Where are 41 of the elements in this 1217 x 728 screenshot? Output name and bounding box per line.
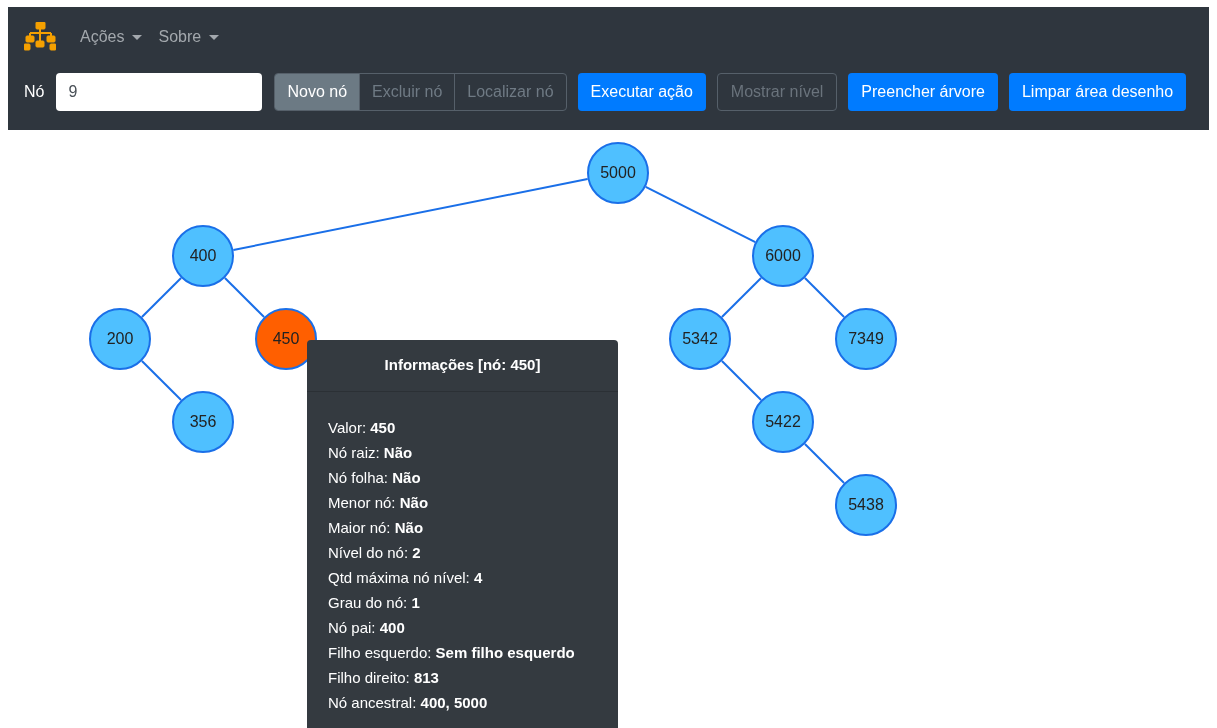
field-label: Nó xyxy=(24,82,45,102)
tree-edge xyxy=(223,276,266,319)
tree-node[interactable]: 450 xyxy=(255,308,317,370)
tree-node[interactable]: 400 xyxy=(172,225,234,287)
tree-edge xyxy=(140,359,183,402)
info-line: Valor: 450 xyxy=(328,418,397,438)
tree-edge xyxy=(803,276,846,319)
tree-node[interactable]: 5000 xyxy=(587,142,649,204)
action-toggle[interactable]: Novo nó xyxy=(275,74,360,110)
info-line: Filho esquerdo: Sem filho esquerdo xyxy=(328,643,576,663)
tree-edge xyxy=(803,442,846,485)
info-line: Filho direito: 813 xyxy=(328,668,440,688)
info-line: Nó pai: 400 xyxy=(328,618,406,638)
info-line: Grau do nó: 1 xyxy=(328,593,421,613)
info-line: Nó raiz: Não xyxy=(328,443,414,463)
menu-dropdown[interactable]: Ações xyxy=(80,25,143,49)
action-button[interactable]: Executar ação xyxy=(577,73,706,111)
menu-dropdown[interactable]: Sobre xyxy=(158,25,220,49)
tooltip-title: Informações [nó: 450] xyxy=(384,355,541,376)
caret-icon xyxy=(209,34,220,40)
info-line: Menor nó: Não xyxy=(328,493,430,513)
tree-node[interactable]: 5342 xyxy=(669,308,731,370)
action-button[interactable]: Limpar área desenho xyxy=(1008,73,1187,111)
tree-node[interactable]: 5422 xyxy=(752,391,814,453)
tree-node[interactable]: 6000 xyxy=(752,225,814,287)
tree-node[interactable]: 5438 xyxy=(835,474,897,536)
info-line: Nível do nó: 2 xyxy=(328,543,422,563)
info-line: Qtd máxima nó nível: 4 xyxy=(328,568,484,588)
info-line: Maior nó: Não xyxy=(328,518,425,538)
info-line: Nó folha: Não xyxy=(328,468,422,488)
tree-edge xyxy=(140,276,183,319)
node-input[interactable]: 9 xyxy=(56,73,263,111)
org-chart-icon xyxy=(24,22,56,52)
action-button[interactable]: Preencher árvore xyxy=(848,73,998,111)
caret-icon xyxy=(132,34,143,40)
tree-node[interactable]: 356 xyxy=(172,391,234,453)
info-line: Nó ancestral: 400, 5000 xyxy=(328,693,489,713)
tree-node[interactable]: 7349 xyxy=(835,308,897,370)
tree-node[interactable]: 200 xyxy=(89,308,151,370)
tree-edge xyxy=(720,276,763,319)
tree-edge xyxy=(720,359,763,402)
